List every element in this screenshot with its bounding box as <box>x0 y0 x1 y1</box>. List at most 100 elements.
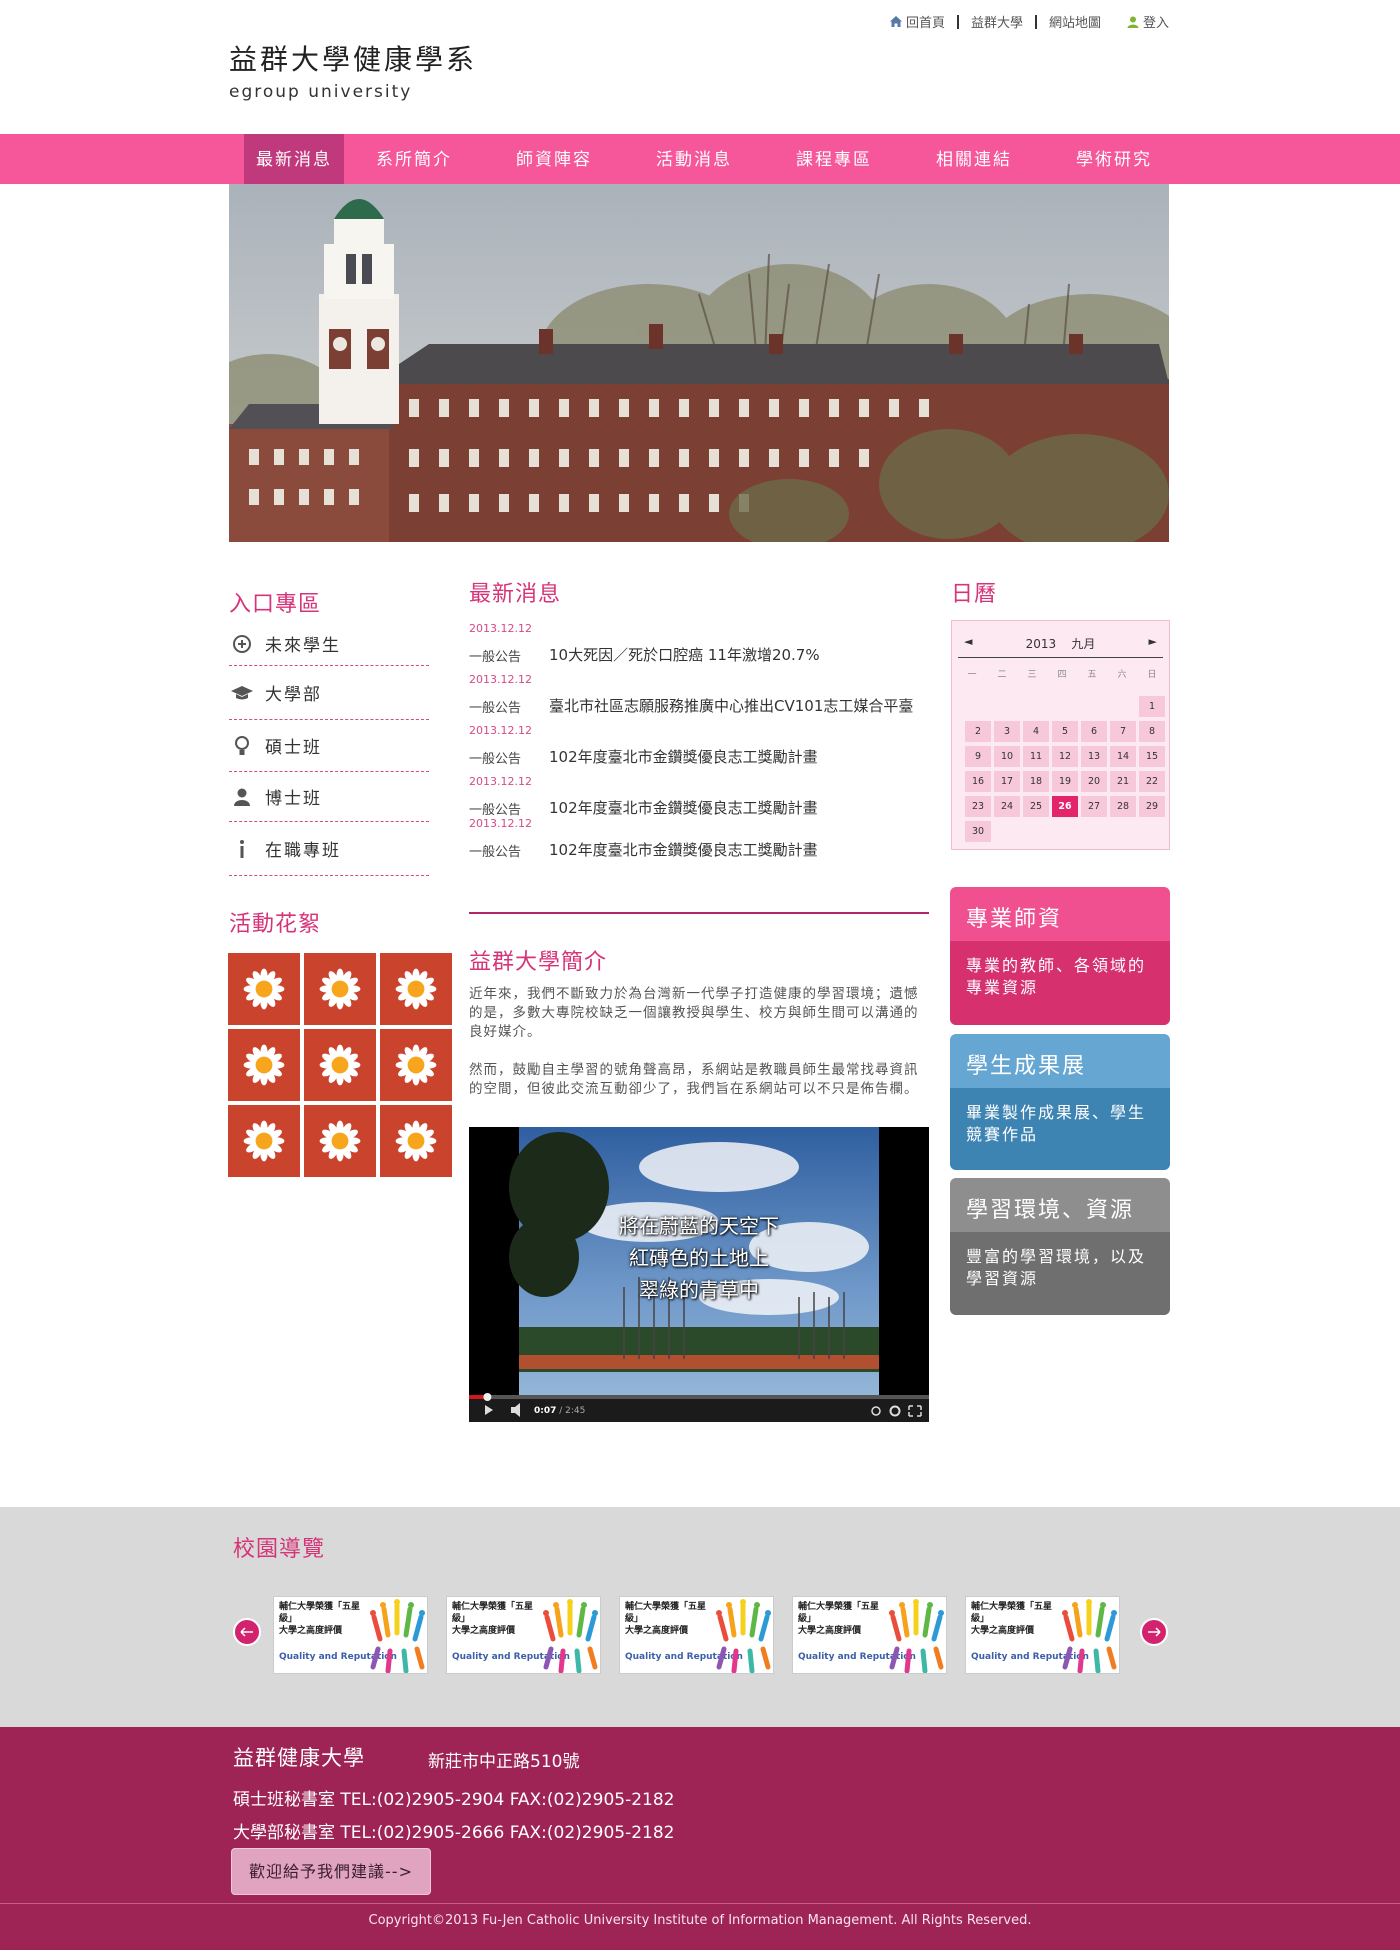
gallery-thumbnail[interactable] <box>380 953 452 1025</box>
calendar-header: 2013 九月 ◄ ► <box>952 635 1169 651</box>
side-box-environment[interactable]: 學習環境、資源 豐富的學習環境，以及學習資源 <box>950 1178 1170 1315</box>
carousel-next-button[interactable] <box>1140 1618 1168 1646</box>
gallery-thumbnail[interactable] <box>228 1029 300 1101</box>
calendar-weekday: 五 <box>1087 670 1097 680</box>
nav-item-research[interactable]: 學術研究 <box>1044 134 1184 184</box>
news-list: 2013.12.12 一般公告 10大死因／死於口腔癌 11年激增20.7% 2013… <box>469 620 939 866</box>
calendar-day[interactable]: 14 <box>1110 746 1136 767</box>
calendar-day[interactable]: 16 <box>965 771 991 792</box>
calendar-day[interactable]: 24 <box>994 796 1020 817</box>
campus-thumbnail[interactable]: 輔仁大學榮獲「五星級」 大學之高度評價 Quality and Reputation <box>446 1596 601 1674</box>
person-icon <box>229 788 255 806</box>
calendar-day[interactable]: 7 <box>1110 721 1136 742</box>
calendar-day[interactable]: 29 <box>1139 796 1165 817</box>
gallery-thumbnail[interactable] <box>304 1105 376 1177</box>
sitemap-link[interactable]: 網站地圖 <box>1049 12 1101 31</box>
gallery-thumbnail[interactable] <box>228 953 300 1025</box>
calendar-empty-cell <box>994 696 1020 717</box>
thumbnail-line: 輔仁大學榮獲「五星級」 <box>798 1602 880 1624</box>
calendar-day[interactable]: 13 <box>1081 746 1107 767</box>
calendar-day[interactable]: 15 <box>1139 746 1165 767</box>
calendar-day[interactable]: 30 <box>965 821 991 842</box>
news-item[interactable]: 2013.12.12 一般公告 102年度臺北市金鑽獎優良志工獎勵計畫 <box>469 773 939 818</box>
calendar-day[interactable]: 4 <box>1023 721 1049 742</box>
calendar-day[interactable]: 28 <box>1110 796 1136 817</box>
calendar-day[interactable]: 19 <box>1052 771 1078 792</box>
calendar-day[interactable]: 12 <box>1052 746 1078 767</box>
nav-item-links[interactable]: 相關連結 <box>904 134 1044 184</box>
side-box-faculty[interactable]: 專業師資 專業的教師、各領域的專業資源 <box>950 887 1170 1025</box>
gallery-thumbnail[interactable] <box>380 1105 452 1177</box>
gallery-thumbnail[interactable] <box>228 1105 300 1177</box>
calendar-weekday: 三 <box>1027 670 1037 680</box>
calendar-day[interactable]: 27 <box>1081 796 1107 817</box>
university-link[interactable]: 益群大學 <box>971 12 1023 31</box>
calendar-day[interactable]: 3 <box>994 721 1020 742</box>
news-date: 2013.12.12 <box>469 817 532 830</box>
people-ring-icon <box>370 1599 425 1673</box>
news-date: 2013.12.12 <box>469 622 532 635</box>
campus-thumbnail[interactable]: 輔仁大學榮獲「五星級」 大學之高度評價 Quality and Reputation <box>792 1596 947 1674</box>
news-title[interactable]: 102年度臺北市金鑽獎優良志工獎勵計畫 <box>549 746 818 767</box>
news-date: 2013.12.12 <box>469 775 532 788</box>
calendar-day[interactable]: 21 <box>1110 771 1136 792</box>
calendar-day[interactable]: 2 <box>965 721 991 742</box>
calendar-day[interactable]: 9 <box>965 746 991 767</box>
entry-item-future-students[interactable]: 未來學生 <box>229 622 429 666</box>
nav-item-faculty[interactable]: 師資陣容 <box>484 134 624 184</box>
campus-thumbnail[interactable]: 輔仁大學榮獲「五星級」 大學之高度評價 Quality and Reputation <box>619 1596 774 1674</box>
feedback-button[interactable]: 歡迎給予我們建議--> <box>231 1848 431 1895</box>
divider <box>958 657 1163 658</box>
calendar-day[interactable]: 18 <box>1023 771 1049 792</box>
gallery-thumbnail[interactable] <box>304 953 376 1025</box>
entry-item-label: 博士班 <box>265 789 322 809</box>
calendar-day[interactable]: 20 <box>1081 771 1107 792</box>
calendar-day[interactable]: 11 <box>1023 746 1049 767</box>
calendar-day[interactable]: 22 <box>1139 771 1165 792</box>
calendar-day[interactable]: 10 <box>994 746 1020 767</box>
calendar-day[interactable]: 6 <box>1081 721 1107 742</box>
entry-item-masters[interactable]: 碩士班 <box>229 720 429 772</box>
calendar-day[interactable]: 1 <box>1139 696 1165 717</box>
news-title[interactable]: 10大死因／死於口腔癌 11年激增20.7% <box>549 644 820 665</box>
nav-item-courses[interactable]: 課程專區 <box>764 134 904 184</box>
arrow-right-icon <box>1148 1627 1161 1637</box>
site-logo[interactable]: 益群大學健康學系 egroup university <box>229 38 477 102</box>
news-item[interactable]: 2013.12.12 一般公告 10大死因／死於口腔癌 11年激增20.7% <box>469 620 939 671</box>
news-category: 一般公告 <box>469 845 522 860</box>
prev-month-icon[interactable]: ◄ <box>964 635 972 648</box>
calendar-day-today[interactable]: 26 <box>1052 796 1078 817</box>
nav-item-news[interactable]: 最新消息 <box>244 134 344 184</box>
news-item[interactable]: 2013.12.12 一般公告 102年度臺北市金鑽獎優良志工獎勵計畫 <box>469 815 939 866</box>
calendar-day[interactable]: 23 <box>965 796 991 817</box>
entry-item-label: 未來學生 <box>265 636 341 656</box>
carousel-prev-button[interactable] <box>233 1618 261 1646</box>
nav-item-department[interactable]: 系所簡介 <box>344 134 484 184</box>
entry-item-in-service[interactable]: 在職專班 <box>229 822 429 876</box>
news-title[interactable]: 臺北市社區志願服務推廣中心推出CV101志工媒合平臺 <box>549 695 913 716</box>
entry-item-undergraduate[interactable]: 大學部 <box>229 666 429 720</box>
campus-thumbnail[interactable]: 輔仁大學榮獲「五星級」 大學之高度評價 Quality and Reputation <box>273 1596 428 1674</box>
campus-thumbnail[interactable]: 輔仁大學榮獲「五星級」 大學之高度評價 Quality and Reputation <box>965 1596 1120 1674</box>
side-box-text: 專業的教師、各領域的專業資源 <box>950 941 1170 1025</box>
home-link[interactable]: 回首頁 <box>889 12 945 31</box>
calendar-month-label: 2013 九月 <box>952 635 1169 652</box>
news-title[interactable]: 102年度臺北市金鑽獎優良志工獎勵計畫 <box>549 839 818 860</box>
nav-item-events[interactable]: 活動消息 <box>624 134 764 184</box>
gallery-thumbnail[interactable] <box>304 1029 376 1101</box>
login-link[interactable]: 登入 <box>1127 12 1169 31</box>
news-item[interactable]: 2013.12.12 一般公告 102年度臺北市金鑽獎優良志工獎勵計畫 <box>469 722 939 773</box>
entry-item-phd[interactable]: 博士班 <box>229 772 429 822</box>
calendar-day[interactable]: 25 <box>1023 796 1049 817</box>
side-box-student-works[interactable]: 學生成果展 畢業製作成果展、學生競賽作品 <box>950 1034 1170 1170</box>
news-item[interactable]: 2013.12.12 一般公告 臺北市社區志願服務推廣中心推出CV101志工媒合平臺 <box>469 671 939 722</box>
entry-list: 未來學生 大學部 碩士班 博士班 在職專班 <box>229 622 429 876</box>
calendar-day[interactable]: 5 <box>1052 721 1078 742</box>
news-category: 一般公告 <box>469 752 522 767</box>
calendar-day[interactable]: 17 <box>994 771 1020 792</box>
gallery-thumbnail[interactable] <box>380 1029 452 1101</box>
next-month-icon[interactable]: ► <box>1149 635 1157 648</box>
video-player[interactable]: 將在蔚藍的天空下 紅磚色的土地上 翠綠的青草中 0:07 / 2:45 <box>469 1127 929 1422</box>
calendar-day[interactable]: 8 <box>1139 721 1165 742</box>
login-link-label: 登入 <box>1142 16 1169 31</box>
